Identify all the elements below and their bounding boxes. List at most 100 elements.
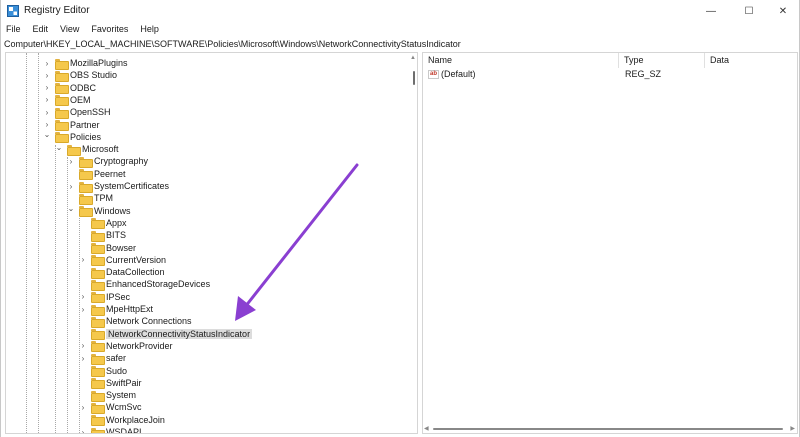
- tree-item[interactable]: › WcmSvc: [78, 401, 142, 414]
- scroll-up-arrow-icon[interactable]: ▲: [409, 55, 417, 63]
- tree-guide-line: [38, 53, 39, 433]
- tree-item[interactable]: BITS: [78, 229, 127, 242]
- chevron-right-icon[interactable]: ›: [78, 304, 88, 314]
- chevron-right-icon[interactable]: ›: [42, 58, 52, 68]
- tree-item-label: NetworkConnectivityStatusIndicator: [106, 328, 253, 339]
- chevron-right-icon[interactable]: ›: [78, 292, 88, 302]
- chevron-right-icon[interactable]: ›: [42, 120, 52, 130]
- menu-help[interactable]: Help: [134, 24, 165, 34]
- column-header-data[interactable]: Data: [705, 53, 799, 68]
- tree-item-label: Sudo: [106, 365, 128, 376]
- folder-icon: [55, 120, 69, 131]
- tree-item[interactable]: ⌄ Windows: [66, 204, 131, 218]
- folder-icon: [55, 83, 69, 95]
- tree-item-label: MozillaPlugins: [70, 58, 128, 68]
- folder-icon: [55, 107, 69, 119]
- horizontal-scroll-thumb[interactable]: [433, 428, 783, 430]
- folder-icon: [91, 230, 105, 242]
- folder-icon: [91, 415, 105, 427]
- folder-icon: [91, 218, 105, 230]
- chevron-right-icon[interactable]: ›: [78, 402, 88, 412]
- chevron-right-icon[interactable]: ›: [42, 83, 52, 93]
- tree-item[interactable]: Sudo: [78, 365, 127, 377]
- value-row[interactable]: ab (Default) REG_SZ: [423, 68, 793, 81]
- registry-editor-window: Registry Editor — ☐ ✕ File Edit View Fav…: [0, 0, 800, 437]
- tree-item[interactable]: › CurrentVersion: [78, 254, 166, 267]
- chevron-right-icon[interactable]: ›: [78, 427, 88, 434]
- menu-favorites[interactable]: Favorites: [85, 24, 134, 34]
- folder-icon: [91, 402, 105, 414]
- tree-item[interactable]: › OpenSSH: [42, 106, 111, 119]
- minimize-button[interactable]: —: [696, 0, 726, 22]
- tree-item[interactable]: Network Connections: [78, 315, 192, 328]
- tree-item[interactable]: System: [78, 389, 137, 402]
- tree-item[interactable]: NetworkConnectivityStatusIndicator: [78, 328, 253, 341]
- chevron-right-icon[interactable]: ›: [78, 341, 88, 351]
- no-expander-spacer: [78, 366, 88, 376]
- chevron-right-icon[interactable]: ›: [78, 353, 88, 363]
- tree-item-label: Cryptography: [94, 156, 149, 167]
- tree-vertical-scrollbar[interactable]: [413, 71, 415, 85]
- tree-item[interactable]: › safer: [78, 352, 126, 365]
- maximize-button[interactable]: ☐: [734, 0, 764, 22]
- folder-icon: [55, 70, 69, 82]
- tree-item-label: SwiftPair: [106, 377, 142, 388]
- menu-bar: File Edit View Favorites Help: [1, 22, 165, 36]
- no-expander-spacer: [66, 193, 76, 203]
- tree-item-label: OBS Studio: [70, 70, 118, 81]
- chevron-right-icon[interactable]: ›: [42, 107, 52, 117]
- tree-item[interactable]: Bowser: [78, 242, 136, 254]
- tree-item[interactable]: › WSDAPI: [78, 426, 142, 434]
- tree-item[interactable]: WorkplaceJoin: [78, 414, 165, 427]
- key-tree-pane[interactable]: › MozillaPlugins › OBS Studio › ODBC › OEM › Open…: [5, 52, 418, 434]
- tree-item[interactable]: › OEM: [42, 94, 91, 107]
- address-bar[interactable]: Computer\HKEY_LOCAL_MACHINE\SOFTWARE\Pol…: [3, 38, 799, 51]
- scroll-right-arrow-icon[interactable]: ▶: [790, 425, 795, 432]
- no-expander-spacer: [78, 329, 88, 339]
- tree-item[interactable]: › Partner: [42, 119, 100, 131]
- list-horizontal-scrollbar[interactable]: ◀ ▶: [424, 425, 795, 432]
- tree-item[interactable]: SwiftPair: [78, 377, 142, 390]
- tree-item[interactable]: › IPSec: [78, 291, 130, 304]
- chevron-right-icon[interactable]: ›: [66, 156, 76, 166]
- folder-icon: [55, 58, 69, 70]
- tree-item[interactable]: EnhancedStorageDevices: [78, 278, 210, 291]
- tree-item[interactable]: › MpeHttpExt: [78, 303, 153, 316]
- tree-item[interactable]: ⌄ Microsoft: [54, 142, 119, 156]
- column-header-name[interactable]: Name: [423, 53, 619, 68]
- tree-item[interactable]: › MozillaPlugins: [42, 57, 128, 70]
- tree-item[interactable]: TPM: [66, 192, 113, 205]
- scroll-left-arrow-icon[interactable]: ◀: [424, 425, 429, 432]
- tree-item[interactable]: ⌄ Policies: [42, 130, 102, 144]
- folder-icon: [79, 156, 93, 168]
- chevron-right-icon[interactable]: ›: [78, 255, 88, 265]
- tree-item[interactable]: DataCollection: [78, 266, 165, 279]
- value-name: (Default): [441, 69, 476, 79]
- folder-icon: [67, 144, 81, 156]
- tree-guide-line: [26, 53, 27, 433]
- values-list-pane[interactable]: Name Type Data ab (Default) REG_SZ ◀ ▶: [422, 52, 798, 434]
- chevron-right-icon[interactable]: ›: [42, 70, 52, 80]
- tree-item[interactable]: › Cryptography: [66, 155, 149, 168]
- chevron-right-icon[interactable]: ›: [66, 181, 76, 191]
- menu-file[interactable]: File: [1, 24, 27, 34]
- chevron-down-icon[interactable]: ⌄: [66, 204, 76, 214]
- menu-view[interactable]: View: [54, 24, 85, 34]
- tree-item[interactable]: › OBS Studio: [42, 69, 118, 82]
- chevron-down-icon[interactable]: ⌄: [42, 130, 52, 140]
- chevron-right-icon[interactable]: ›: [42, 95, 52, 105]
- tree-item[interactable]: › NetworkProvider: [78, 340, 173, 353]
- folder-icon: [91, 316, 105, 328]
- tree-item-label: System: [106, 390, 137, 401]
- tree-item-label: BITS: [106, 230, 127, 241]
- tree-item[interactable]: › ODBC: [42, 82, 96, 95]
- menu-edit[interactable]: Edit: [27, 24, 55, 34]
- folder-icon: [91, 292, 105, 304]
- chevron-down-icon[interactable]: ⌄: [54, 142, 64, 152]
- close-button[interactable]: ✕: [768, 0, 798, 22]
- tree-item-label: Policies: [70, 131, 102, 142]
- tree-item[interactable]: Peernet: [66, 168, 126, 181]
- tree-item[interactable]: › SystemCertificates: [66, 180, 169, 193]
- column-header-type[interactable]: Type: [619, 53, 705, 68]
- tree-item[interactable]: Appx: [78, 217, 127, 230]
